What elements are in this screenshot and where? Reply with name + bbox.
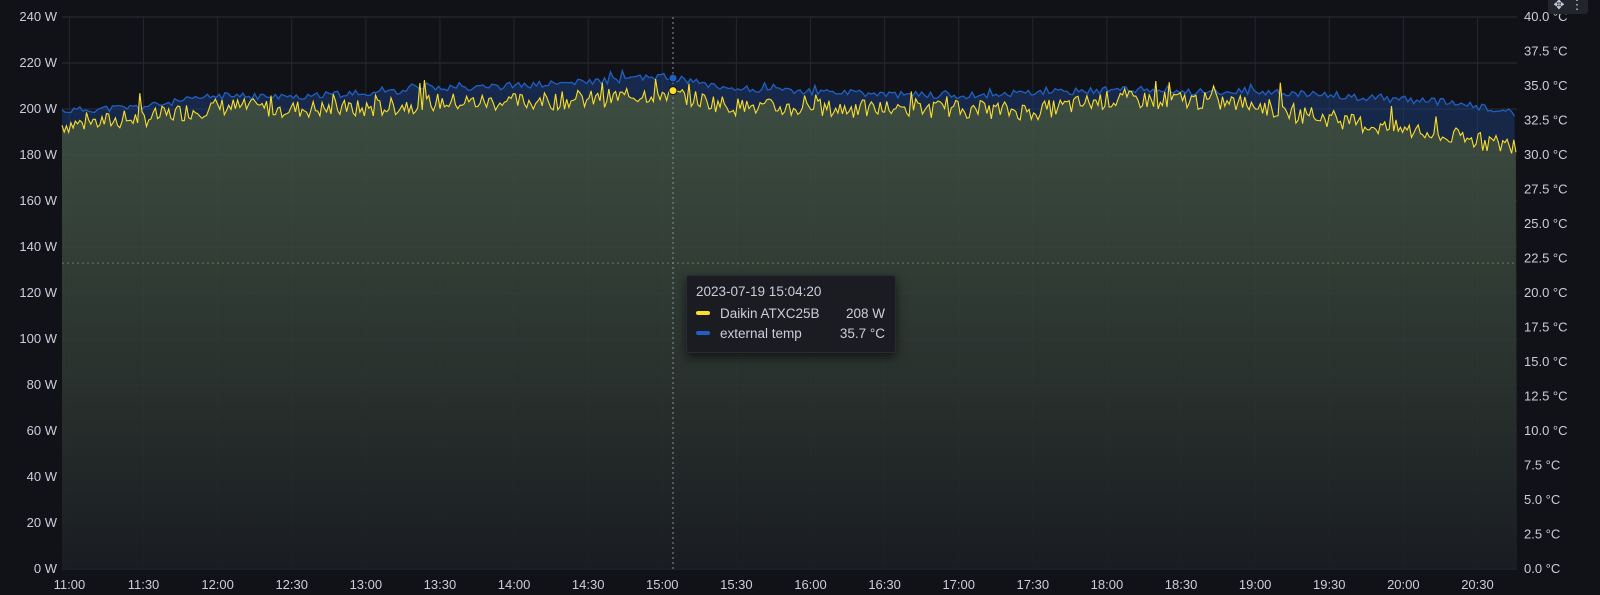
- y-tick-label-left: 240 W: [19, 9, 57, 24]
- tooltip-series-value: 35.7 °C: [839, 325, 885, 341]
- x-tick-label: 20:30: [1461, 577, 1494, 592]
- x-tick-label: 19:00: [1239, 577, 1272, 592]
- tooltip-series-name: external temp: [720, 325, 802, 341]
- y-tick-label-right: 30.0 °C: [1524, 147, 1568, 162]
- y-tick-label-right: 5.0 °C: [1524, 492, 1560, 507]
- tooltip-row: Daikin ATXC25B 208 W: [696, 304, 885, 322]
- x-tick-label: 20:00: [1387, 577, 1420, 592]
- y-tick-label-left: 100 W: [19, 331, 57, 346]
- y-tick-label-right: 35.0 °C: [1524, 78, 1568, 93]
- y-tick-label-right: 25.0 °C: [1524, 216, 1568, 231]
- y-tick-label-left: 0 W: [34, 561, 58, 576]
- y-tick-label-right: 2.5 °C: [1524, 527, 1560, 542]
- y-tick-label-left: 220 W: [19, 55, 57, 70]
- move-icon[interactable]: ✥: [1552, 0, 1566, 13]
- x-tick-label: 13:30: [424, 577, 457, 592]
- y-tick-label-right: 12.5 °C: [1524, 389, 1568, 404]
- y-tick-label-left: 160 W: [19, 193, 57, 208]
- y-tick-label-right: 37.5 °C: [1524, 44, 1568, 59]
- tooltip-row: external temp 35.7 °C: [696, 324, 885, 342]
- x-tick-label: 14:30: [572, 577, 605, 592]
- x-tick-label: 15:30: [720, 577, 753, 592]
- x-tick-label: 13:00: [350, 577, 383, 592]
- y-tick-label-left: 140 W: [19, 239, 57, 254]
- x-tick-label: 12:30: [275, 577, 308, 592]
- series-swatch: [696, 331, 710, 335]
- y-tick-label-right: 17.5 °C: [1524, 320, 1568, 335]
- x-tick-label: 16:00: [794, 577, 827, 592]
- tooltip-series-name: Daikin ATXC25B: [720, 305, 820, 321]
- tooltip: 2023-07-19 15:04:20 Daikin ATXC25B 208 W…: [686, 275, 896, 353]
- tooltip-time: 2023-07-19 15:04:20: [696, 284, 822, 299]
- x-tick-label: 17:30: [1017, 577, 1050, 592]
- y-tick-label-left: 200 W: [19, 101, 57, 116]
- y-tick-label-left: 80 W: [27, 377, 58, 392]
- y-tick-label-right: 22.5 °C: [1524, 251, 1568, 266]
- panel-toolbar: ✥ ⋮: [1548, 0, 1588, 14]
- x-tick-label: 11:30: [128, 577, 160, 592]
- tooltip-series-value: 208 W: [845, 305, 885, 321]
- hover-point-daikin: [668, 86, 678, 96]
- kebab-menu-icon[interactable]: ⋮: [1570, 0, 1584, 13]
- y-tick-label-left: 40 W: [27, 469, 58, 484]
- y-tick-label-left: 120 W: [19, 285, 57, 300]
- x-tick-label: 14:00: [498, 577, 531, 592]
- y-tick-label-right: 32.5 °C: [1524, 113, 1568, 128]
- y-tick-label-right: 0.0 °C: [1524, 561, 1560, 576]
- y-tick-label-right: 10.0 °C: [1524, 423, 1568, 438]
- y-tick-label-left: 180 W: [19, 147, 57, 162]
- x-tick-label: 15:00: [646, 577, 679, 592]
- x-axis: 11:00 11:30 12:00 12:30 13:00 13:30 14:00 14:30…: [54, 577, 1494, 592]
- y-tick-label-right: 15.0 °C: [1524, 354, 1568, 369]
- x-tick-label: 16:30: [868, 577, 901, 592]
- y-tick-label-right: 20.0 °C: [1524, 285, 1568, 300]
- y-axis-right: 0.0 °C 2.5 °C 5.0 °C 7.5 °C 10.0 °C 12.5 °C 15…: [1524, 9, 1568, 576]
- x-tick-label: 18:30: [1165, 577, 1198, 592]
- x-tick-label: 11:00: [54, 577, 86, 592]
- hover-point-external-temp: [668, 73, 678, 83]
- y-tick-label-left: 20 W: [27, 515, 58, 530]
- x-tick-label: 12:00: [201, 577, 234, 592]
- x-tick-label: 17:00: [942, 577, 975, 592]
- y-tick-label-right: 7.5 °C: [1524, 458, 1560, 473]
- y-tick-label-left: 60 W: [27, 423, 58, 438]
- y-tick-label-right: 27.5 °C: [1524, 182, 1568, 197]
- x-tick-label: 19:30: [1313, 577, 1346, 592]
- x-tick-label: 18:00: [1091, 577, 1124, 592]
- y-axis-left: 0 W 20 W 40 W 60 W 80 W 100 W 120 W 140 W 160 W 1…: [19, 9, 57, 576]
- series-swatch: [696, 311, 710, 315]
